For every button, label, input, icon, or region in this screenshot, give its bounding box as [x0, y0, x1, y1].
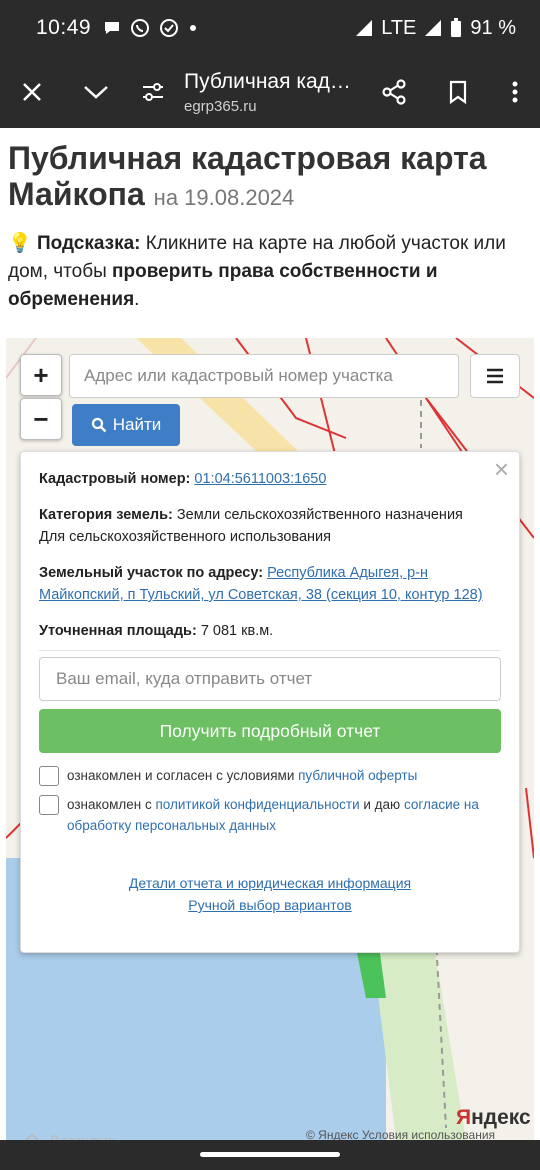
privacy-checkbox[interactable] — [39, 795, 59, 815]
more-vert-icon — [512, 81, 518, 103]
divider — [39, 650, 501, 651]
hint-end: . — [134, 289, 140, 310]
offer-consent-row: ознакомлен и согласен с условиями публич… — [39, 765, 501, 786]
usage-value: Для сельскохозяйственного использования — [39, 529, 331, 545]
get-report-button[interactable]: Получить подробный отчет — [39, 709, 501, 753]
battery-level: 91 % — [470, 16, 516, 39]
find-label: Найти — [112, 415, 162, 434]
signal-icon-2 — [425, 20, 442, 36]
tab-url: egrp365.ru — [184, 97, 257, 115]
offer-checkbox[interactable] — [39, 766, 59, 786]
cadastral-map[interactable]: + − Адрес или кадастровый номер участка … — [6, 338, 534, 1140]
address-label: Земельный участок по адресу: — [39, 565, 264, 581]
notification-icons — [103, 18, 198, 38]
status-bar: 10:49 LTE 91 % — [0, 0, 540, 56]
message-icon — [105, 22, 120, 34]
hamburger-icon — [487, 368, 503, 384]
check1-text: ознакомлен и согласен с условиями — [67, 768, 299, 783]
system-nav-bar — [0, 1140, 540, 1170]
popup-close-icon[interactable]: × — [494, 456, 509, 482]
tab-title: Публичная кад… — [184, 69, 351, 93]
parcel-info-popup: × Кадастровый номер: 01:04:5611003:1650 … — [20, 451, 520, 953]
signal-icon — [356, 20, 373, 36]
close-icon — [23, 83, 41, 101]
title-date: на 19.08.2024 — [153, 185, 295, 210]
manual-selection-link[interactable]: Ручной выбор вариантов — [188, 897, 352, 913]
category-value: Земли сельскохозяйственного назначения — [176, 507, 463, 523]
bookmark-button[interactable] — [426, 56, 490, 128]
web-content: Публичная кадастровая карта Майкопа на 1… — [0, 128, 540, 1140]
status-time: 10:49 — [36, 16, 92, 39]
privacy-consent-text: ознакомлен с политикой конфиденциальност… — [67, 794, 501, 836]
cadastral-link[interactable]: 01:04:5611003:1650 — [194, 471, 326, 487]
page-title-area[interactable]: Публичная кад… egrp365.ru — [178, 70, 362, 115]
email-field[interactable]: Ваш email, куда отправить отчет — [39, 657, 501, 701]
whatsapp-icon — [131, 19, 150, 37]
search-icon — [91, 417, 107, 433]
hint-paragraph: 💡 Подсказка: Кликните на карте на любой … — [8, 230, 532, 314]
lightbulb-icon: 💡 — [8, 233, 32, 254]
share-button[interactable] — [362, 56, 426, 128]
check2-mid: и даю — [359, 797, 404, 812]
bookmark-icon — [449, 80, 467, 104]
public-offer-link[interactable]: публичной оферты — [298, 768, 417, 783]
more-menu-button[interactable] — [490, 56, 540, 128]
privacy-policy-link[interactable]: политикой конфиденциальности — [155, 797, 359, 812]
home-gesture-handle[interactable] — [200, 1152, 340, 1157]
site-settings-button[interactable] — [128, 56, 178, 128]
map-menu-button[interactable] — [470, 354, 520, 398]
privacy-consent-row: ознакомлен с политикой конфиденциальност… — [39, 794, 501, 836]
dot-icon — [190, 25, 197, 31]
popup-links: Детали отчета и юридическая информация Р… — [39, 872, 501, 916]
browser-toolbar: Публичная кад… egrp365.ru — [0, 56, 540, 128]
zoom-out-button[interactable]: − — [20, 398, 62, 440]
minimize-button[interactable] — [64, 56, 128, 128]
share-icon — [382, 79, 406, 105]
zoom-in-button[interactable]: + — [20, 354, 62, 396]
map-search-input[interactable]: Адрес или кадастровый номер участка — [69, 354, 459, 398]
address-row: Земельный участок по адресу: Республика … — [39, 562, 501, 606]
cadastral-label: Кадастровый номер: — [39, 471, 191, 487]
report-details-link[interactable]: Детали отчета и юридическая информация — [129, 875, 411, 891]
area-value: 7 081 кв.м. — [200, 623, 274, 639]
close-tab-button[interactable] — [0, 56, 64, 128]
chevron-down-icon — [84, 86, 108, 99]
check-circle-icon — [160, 19, 179, 37]
area-row: Уточненная площадь: 7 081 кв.м. — [39, 620, 501, 642]
network-type: LTE — [381, 16, 417, 39]
hint-label: Подсказка: — [36, 233, 141, 254]
page-title: Публичная кадастровая карта Майкопа на 1… — [8, 140, 532, 216]
battery-icon — [451, 18, 462, 37]
category-label: Категория земель: — [39, 507, 173, 523]
check2-text: ознакомлен с — [67, 797, 156, 812]
offer-consent-text: ознакомлен и согласен с условиями публич… — [67, 765, 417, 786]
cadastral-row: Кадастровый номер: 01:04:5611003:1650 — [39, 468, 501, 490]
tune-icon — [143, 83, 163, 101]
category-row: Категория земель: Земли сельскохозяйстве… — [39, 504, 501, 548]
find-button[interactable]: Найти — [72, 404, 180, 446]
area-label: Уточненная площадь: — [39, 623, 197, 639]
